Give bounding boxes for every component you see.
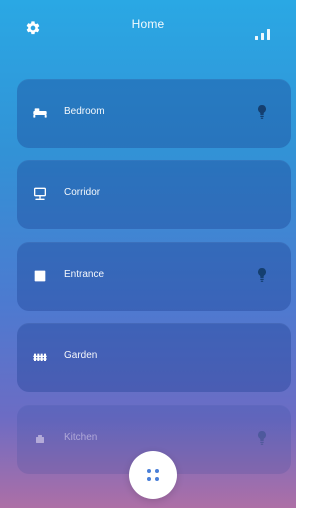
room-label-entrance: Entrance <box>64 269 105 280</box>
bed-icon <box>33 108 47 118</box>
bulb-button-entrance[interactable] <box>256 267 268 284</box>
bulb-button-bedroom[interactable] <box>256 104 268 121</box>
room-icon-corridor <box>32 187 48 201</box>
grid-dots-icon <box>147 469 159 481</box>
room-label-kitchen: Kitchen <box>64 432 98 443</box>
room-card-entrance[interactable]: Entrance <box>17 242 291 311</box>
signal-bars-icon <box>255 29 270 40</box>
top-bar: Home <box>0 0 296 44</box>
fence-icon <box>33 353 47 361</box>
room-icon-garden <box>32 350 48 364</box>
room-icon-bedroom <box>32 106 48 120</box>
door-icon <box>34 270 46 282</box>
room-icon-entrance <box>32 269 48 283</box>
light-bulb-icon <box>258 105 266 119</box>
light-bulb-icon <box>258 268 266 282</box>
room-icon-kitchen <box>32 432 48 446</box>
page-title: Home <box>131 17 165 31</box>
room-label-bedroom: Bedroom <box>64 106 105 117</box>
bulb-button-kitchen[interactable] <box>256 430 268 447</box>
home-screen: Home Bedroom Corridor Entrance Garden Ki… <box>0 0 296 508</box>
signal-bars-button[interactable] <box>253 28 275 40</box>
grid-menu-button[interactable] <box>129 451 177 499</box>
room-card-corridor[interactable]: Corridor <box>17 160 291 229</box>
room-card-garden[interactable]: Garden <box>17 323 291 392</box>
room-label-garden: Garden <box>64 350 98 361</box>
lamp-icon <box>34 187 46 200</box>
light-bulb-icon <box>258 431 266 445</box>
room-label-corridor: Corridor <box>64 187 101 198</box>
kitchen-icon <box>36 435 44 443</box>
room-card-bedroom[interactable]: Bedroom <box>17 79 291 148</box>
